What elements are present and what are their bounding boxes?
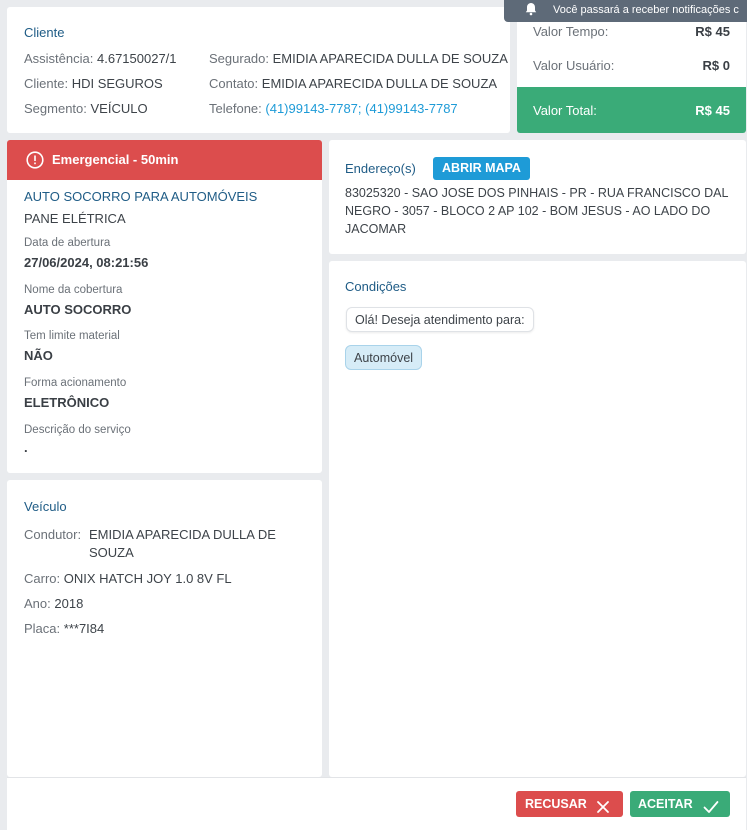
service-type: AUTO SOCORRO PARA AUTOMÓVEIS xyxy=(24,189,258,204)
segment-label: Segmento: xyxy=(24,101,87,116)
answer-option-automovel[interactable]: Automóvel xyxy=(345,345,423,370)
car-value: ONIX HATCH JOY 1.0 8V FL xyxy=(63,571,232,586)
coverage-value: AUTO SOCORRO xyxy=(24,302,132,317)
insured-label: Segurado: xyxy=(209,51,269,66)
segment-row: Segmento: VEÍCULO xyxy=(24,101,148,116)
close-icon xyxy=(596,797,610,813)
coverage-label: Nome da cobertura xyxy=(24,284,123,296)
assistance-label: Assistência: xyxy=(24,51,94,66)
time-value: R$ 45 xyxy=(695,24,730,39)
material-limit-label: Tem limite material xyxy=(24,330,120,342)
accept-label: ACEITAR xyxy=(638,797,693,811)
phone-label: Telefone: xyxy=(209,101,262,116)
insured-row: Segurado: EMIDIA APARECIDA DULLA DE SOUZ… xyxy=(209,51,508,66)
activation-label: Forma acionamento xyxy=(24,377,127,389)
service-problem: PANE ELÉTRICA xyxy=(24,211,126,226)
driver-value-line-1: EMIDIA APARECIDA DULLA DE xyxy=(89,527,276,542)
emergency-banner: Emergencial - 50min xyxy=(7,140,322,180)
insured-value: EMIDIA APARECIDA DULLA DE SOUZA xyxy=(272,51,508,66)
user-value: R$ 0 xyxy=(702,58,730,73)
car-label: Carro: xyxy=(24,571,61,586)
plate-label: Placa: xyxy=(24,621,61,636)
bell-icon xyxy=(524,2,538,16)
phone-row: Telefone: (41)99143-7787; (41)99143-7787 xyxy=(209,101,458,116)
checkmark-icon xyxy=(703,797,719,813)
address-title: Endereço(s) xyxy=(345,161,416,176)
client-value: HDI SEGUROS xyxy=(71,76,163,91)
car-row: Carro: ONIX HATCH JOY 1.0 8V FL xyxy=(24,571,232,586)
address-card: Endereço(s) ABRIR MAPA 83025320 - SAO JO… xyxy=(329,140,746,254)
opening-date-label: Data de abertura xyxy=(24,237,111,249)
client-row: Cliente: HDI SEGUROS xyxy=(24,76,163,91)
emergency-label: Emergencial - 50min xyxy=(52,152,179,167)
vehicle-card: Veículo Condutor: EMIDIA APARECIDA DULLA… xyxy=(7,480,322,777)
total-value-bar: Valor Total: R$ 45 xyxy=(517,87,746,133)
year-value: 2018 xyxy=(54,596,84,611)
client-card: Cliente Assistência: 4.67150027/1 Client… xyxy=(7,7,510,133)
alert-circle-icon xyxy=(26,151,44,169)
question-bubble: Olá! Deseja atendimento para: xyxy=(346,307,534,332)
service-card: Emergencial - 50min AUTO SOCORRO PARA AU… xyxy=(7,140,322,473)
notification-toast[interactable]: Você passará a receber notificações c xyxy=(504,0,747,22)
year-label: Ano: xyxy=(24,596,51,611)
vehicle-title: Veículo xyxy=(24,499,67,514)
conditions-title: Condições xyxy=(345,279,407,294)
action-footer: RECUSAR ACEITAR xyxy=(7,777,746,830)
accept-button[interactable]: ACEITAR xyxy=(630,791,730,817)
contact-label: Contato: xyxy=(209,76,259,91)
refuse-label: RECUSAR xyxy=(525,797,587,811)
assistance-value: 4.67150027/1 xyxy=(97,51,177,66)
values-card: Valor Tempo: R$ 45 Valor Usuário: R$ 0 V… xyxy=(517,7,746,133)
contact-value: EMIDIA APARECIDA DULLA DE SOUZA xyxy=(261,76,498,91)
activation-value: ELETRÔNICO xyxy=(24,395,110,410)
opening-date-value: 27/06/2024, 08:21:56 xyxy=(24,255,149,270)
client-label: Cliente: xyxy=(24,76,69,91)
open-map-button[interactable]: ABRIR MAPA xyxy=(433,157,530,180)
driver-label: Condutor: xyxy=(24,527,82,542)
assistance-row: Assistência: 4.67150027/1 xyxy=(24,51,177,66)
refuse-button[interactable]: RECUSAR xyxy=(516,791,623,817)
total-value-label: Valor Total: xyxy=(533,103,597,118)
contact-row: Contato: EMIDIA APARECIDA DULLA DE SOUZA xyxy=(209,76,497,91)
conditions-card: Condições Olá! Deseja atendimento para: … xyxy=(329,261,746,777)
time-value-label: Valor Tempo: xyxy=(533,24,609,39)
total-value: R$ 45 xyxy=(695,103,730,118)
notification-text: Você passará a receber notificações c xyxy=(553,4,739,16)
client-title: Cliente xyxy=(24,25,65,40)
description-value: . xyxy=(24,440,28,455)
address-line-1: 83025320 - SAO JOSE DOS PINHAIS - PR - R… xyxy=(345,186,729,200)
material-limit-value: NÃO xyxy=(24,348,53,363)
plate-value: ***7I84 xyxy=(63,621,105,636)
address-line-3: JACOMAR xyxy=(345,222,407,236)
user-value-label: Valor Usuário: xyxy=(533,58,615,73)
address-line-2: NEGRO - 3057 - BLOCO 2 AP 102 - BOM JESU… xyxy=(345,204,711,218)
phone-link[interactable]: (41)99143-7787; (41)99143-7787 xyxy=(265,101,457,116)
description-label: Descrição do serviço xyxy=(24,424,131,436)
driver-value-line-2: SOUZA xyxy=(89,545,134,560)
segment-value: VEÍCULO xyxy=(90,101,148,116)
year-row: Ano: 2018 xyxy=(24,596,83,611)
plate-row: Placa: ***7I84 xyxy=(24,621,104,636)
